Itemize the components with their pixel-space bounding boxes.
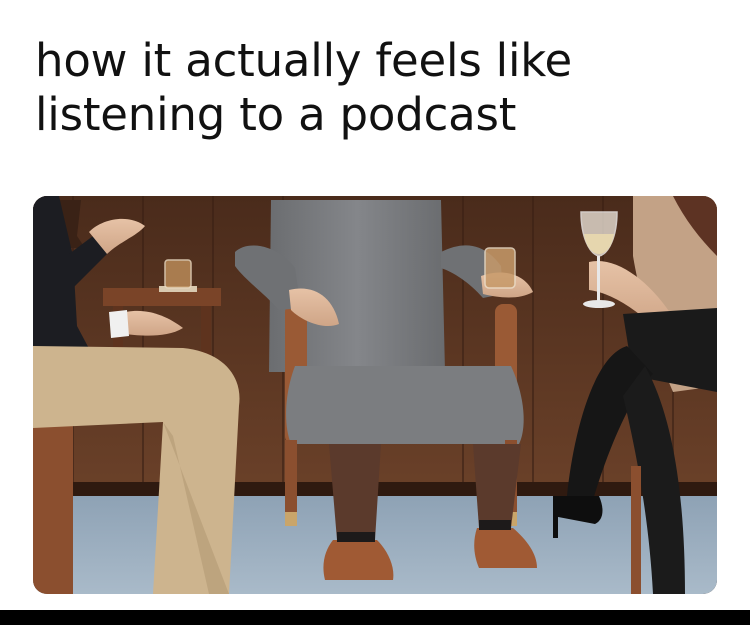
right-person-heel-spike (553, 514, 558, 538)
bottom-black-bar (0, 610, 750, 625)
chair-sock-left (337, 532, 375, 542)
podcast-scene-illustration (33, 196, 717, 594)
chair-seat (286, 366, 524, 444)
meme-photo (33, 196, 717, 594)
left-person-shirt-cuff (109, 310, 129, 338)
whiskey-glass-left (164, 259, 192, 289)
caption-line-2: listening to a podcast (35, 88, 517, 141)
meme-caption: how it actually feels like listening to … (35, 34, 725, 142)
right-chair-leg (631, 466, 641, 594)
whiskey-glass-center (484, 247, 516, 289)
chair-trouser-leg-left (329, 444, 381, 540)
chair-left-leg-cap (285, 512, 297, 526)
caption-line-1: how it actually feels like (35, 34, 573, 87)
chair-sock-right (479, 520, 511, 530)
